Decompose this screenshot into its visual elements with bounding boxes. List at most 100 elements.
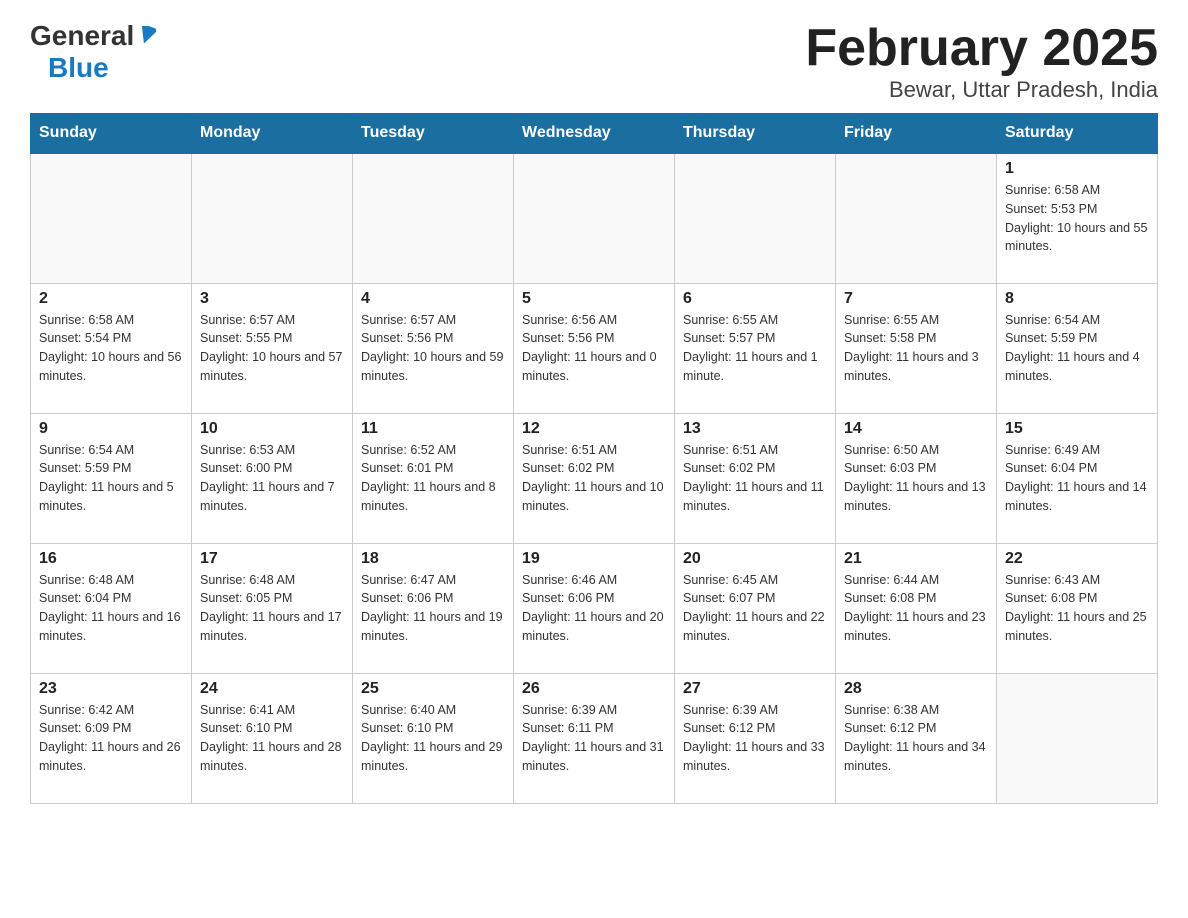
day-sun-info: Sunrise: 6:49 AM Sunset: 6:04 PM Dayligh… <box>1005 441 1149 516</box>
calendar-day-cell <box>192 153 353 283</box>
calendar-week-row: 2 Sunrise: 6:58 AM Sunset: 5:54 PM Daylig… <box>31 283 1158 413</box>
calendar-day-cell: 17 Sunrise: 6:48 AM Sunset: 6:05 PM Dayli… <box>192 543 353 673</box>
day-number: 14 <box>844 420 988 438</box>
calendar-day-cell: 1 Sunrise: 6:58 AM Sunset: 5:53 PM Daylig… <box>997 153 1158 283</box>
day-of-week-header: Monday <box>192 114 353 154</box>
calendar-header-row: SundayMondayTuesdayWednesdayThursdayFrid… <box>31 114 1158 154</box>
day-sun-info: Sunrise: 6:52 AM Sunset: 6:01 PM Dayligh… <box>361 441 505 516</box>
day-sun-info: Sunrise: 6:57 AM Sunset: 5:55 PM Dayligh… <box>200 311 344 386</box>
calendar-day-cell: 27Sunrise: 6:39 AM Sunset: 6:12 PM Dayli… <box>675 673 836 803</box>
day-number: 8 <box>1005 290 1149 308</box>
day-sun-info: Sunrise: 6:55 AM Sunset: 5:57 PM Dayligh… <box>683 311 827 386</box>
day-number: 15 <box>1005 420 1149 438</box>
page-title: February 2025 <box>805 20 1158 77</box>
day-sun-info: Sunrise: 6:48 AM Sunset: 6:04 PM Dayligh… <box>39 571 183 646</box>
calendar-day-cell <box>514 153 675 283</box>
day-number: 13 <box>683 420 827 438</box>
day-sun-info: Sunrise: 6:42 AM Sunset: 6:09 PM Dayligh… <box>39 701 183 776</box>
calendar-week-row: 23 Sunrise: 6:42 AM Sunset: 6:09 PM Dayli… <box>31 673 1158 803</box>
day-number: 20 <box>683 550 827 568</box>
day-number: 1 <box>1005 160 1149 178</box>
calendar-day-cell <box>31 153 192 283</box>
logo-blue-text: Blue <box>48 52 109 83</box>
day-sun-info: Sunrise: 6:50 AM Sunset: 6:03 PM Dayligh… <box>844 441 988 516</box>
day-sun-info: Sunrise: 6:51 AM Sunset: 6:02 PM Dayligh… <box>522 441 666 516</box>
calendar-day-cell: 8 Sunrise: 6:54 AM Sunset: 5:59 PM Daylig… <box>997 283 1158 413</box>
day-of-week-header: Sunday <box>31 114 192 154</box>
logo: General Blue <box>30 20 156 84</box>
day-number: 10 <box>200 420 344 438</box>
day-sun-info: Sunrise: 6:58 AM Sunset: 5:53 PM Dayligh… <box>1005 181 1149 256</box>
day-number: 18 <box>361 550 505 568</box>
day-number: 12 <box>522 420 666 438</box>
day-number: 23 <box>39 680 183 698</box>
day-number: 6 <box>683 290 827 308</box>
day-of-week-header: Thursday <box>675 114 836 154</box>
day-of-week-header: Friday <box>836 114 997 154</box>
day-sun-info: Sunrise: 6:39 AM Sunset: 6:12 PM Dayligh… <box>683 701 827 776</box>
calendar-day-cell: 20Sunrise: 6:45 AM Sunset: 6:07 PM Dayli… <box>675 543 836 673</box>
calendar-day-cell: 6 Sunrise: 6:55 AM Sunset: 5:57 PM Daylig… <box>675 283 836 413</box>
calendar-day-cell <box>836 153 997 283</box>
day-number: 11 <box>361 420 505 438</box>
calendar-day-cell: 14 Sunrise: 6:50 AM Sunset: 6:03 PM Dayli… <box>836 413 997 543</box>
day-number: 22 <box>1005 550 1149 568</box>
logo-arrow-icon <box>138 26 156 49</box>
calendar-day-cell: 4 Sunrise: 6:57 AM Sunset: 5:56 PM Daylig… <box>353 283 514 413</box>
day-number: 3 <box>200 290 344 308</box>
calendar-day-cell: 5Sunrise: 6:56 AM Sunset: 5:56 PM Daylig… <box>514 283 675 413</box>
page-header: General Blue February 2025 Bewar, Uttar … <box>30 20 1158 103</box>
calendar-day-cell: 19 Sunrise: 6:46 AM Sunset: 6:06 PM Dayli… <box>514 543 675 673</box>
calendar-day-cell: 23 Sunrise: 6:42 AM Sunset: 6:09 PM Dayli… <box>31 673 192 803</box>
day-number: 21 <box>844 550 988 568</box>
day-number: 4 <box>361 290 505 308</box>
day-sun-info: Sunrise: 6:46 AM Sunset: 6:06 PM Dayligh… <box>522 571 666 646</box>
day-number: 28 <box>844 680 988 698</box>
day-sun-info: Sunrise: 6:58 AM Sunset: 5:54 PM Dayligh… <box>39 311 183 386</box>
title-block: February 2025 Bewar, Uttar Pradesh, Indi… <box>805 20 1158 103</box>
calendar-day-cell: 12 Sunrise: 6:51 AM Sunset: 6:02 PM Dayli… <box>514 413 675 543</box>
calendar-day-cell <box>675 153 836 283</box>
day-sun-info: Sunrise: 6:54 AM Sunset: 5:59 PM Dayligh… <box>1005 311 1149 386</box>
calendar-day-cell: 16Sunrise: 6:48 AM Sunset: 6:04 PM Dayli… <box>31 543 192 673</box>
calendar-day-cell: 26 Sunrise: 6:39 AM Sunset: 6:11 PM Dayli… <box>514 673 675 803</box>
logo-general-text: General <box>30 20 134 52</box>
calendar-table: SundayMondayTuesdayWednesdayThursdayFrid… <box>30 113 1158 804</box>
day-sun-info: Sunrise: 6:41 AM Sunset: 6:10 PM Dayligh… <box>200 701 344 776</box>
day-sun-info: Sunrise: 6:53 AM Sunset: 6:00 PM Dayligh… <box>200 441 344 516</box>
calendar-day-cell: 28 Sunrise: 6:38 AM Sunset: 6:12 PM Dayli… <box>836 673 997 803</box>
calendar-week-row: 9Sunrise: 6:54 AM Sunset: 5:59 PM Daylig… <box>31 413 1158 543</box>
calendar-day-cell: 18 Sunrise: 6:47 AM Sunset: 6:06 PM Dayli… <box>353 543 514 673</box>
day-number: 2 <box>39 290 183 308</box>
day-number: 24 <box>200 680 344 698</box>
calendar-day-cell: 15 Sunrise: 6:49 AM Sunset: 6:04 PM Dayli… <box>997 413 1158 543</box>
day-sun-info: Sunrise: 6:57 AM Sunset: 5:56 PM Dayligh… <box>361 311 505 386</box>
day-sun-info: Sunrise: 6:38 AM Sunset: 6:12 PM Dayligh… <box>844 701 988 776</box>
calendar-day-cell: 3 Sunrise: 6:57 AM Sunset: 5:55 PM Daylig… <box>192 283 353 413</box>
calendar-day-cell: 7Sunrise: 6:55 AM Sunset: 5:58 PM Daylig… <box>836 283 997 413</box>
day-number: 19 <box>522 550 666 568</box>
calendar-day-cell: 2 Sunrise: 6:58 AM Sunset: 5:54 PM Daylig… <box>31 283 192 413</box>
day-of-week-header: Wednesday <box>514 114 675 154</box>
day-sun-info: Sunrise: 6:51 AM Sunset: 6:02 PM Dayligh… <box>683 441 827 516</box>
day-sun-info: Sunrise: 6:43 AM Sunset: 6:08 PM Dayligh… <box>1005 571 1149 646</box>
calendar-day-cell: 24 Sunrise: 6:41 AM Sunset: 6:10 PM Dayli… <box>192 673 353 803</box>
day-number: 5 <box>522 290 666 308</box>
day-of-week-header: Saturday <box>997 114 1158 154</box>
calendar-week-row: 1 Sunrise: 6:58 AM Sunset: 5:53 PM Daylig… <box>31 153 1158 283</box>
page-subtitle: Bewar, Uttar Pradesh, India <box>805 77 1158 103</box>
calendar-day-cell: 13 Sunrise: 6:51 AM Sunset: 6:02 PM Dayli… <box>675 413 836 543</box>
day-number: 26 <box>522 680 666 698</box>
day-sun-info: Sunrise: 6:48 AM Sunset: 6:05 PM Dayligh… <box>200 571 344 646</box>
calendar-day-cell: 25Sunrise: 6:40 AM Sunset: 6:10 PM Dayli… <box>353 673 514 803</box>
calendar-day-cell: 9Sunrise: 6:54 AM Sunset: 5:59 PM Daylig… <box>31 413 192 543</box>
calendar-day-cell <box>997 673 1158 803</box>
day-sun-info: Sunrise: 6:55 AM Sunset: 5:58 PM Dayligh… <box>844 311 988 386</box>
calendar-week-row: 16Sunrise: 6:48 AM Sunset: 6:04 PM Dayli… <box>31 543 1158 673</box>
day-number: 9 <box>39 420 183 438</box>
day-number: 17 <box>200 550 344 568</box>
calendar-day-cell <box>353 153 514 283</box>
calendar-day-cell: 21Sunrise: 6:44 AM Sunset: 6:08 PM Dayli… <box>836 543 997 673</box>
day-sun-info: Sunrise: 6:39 AM Sunset: 6:11 PM Dayligh… <box>522 701 666 776</box>
day-sun-info: Sunrise: 6:47 AM Sunset: 6:06 PM Dayligh… <box>361 571 505 646</box>
